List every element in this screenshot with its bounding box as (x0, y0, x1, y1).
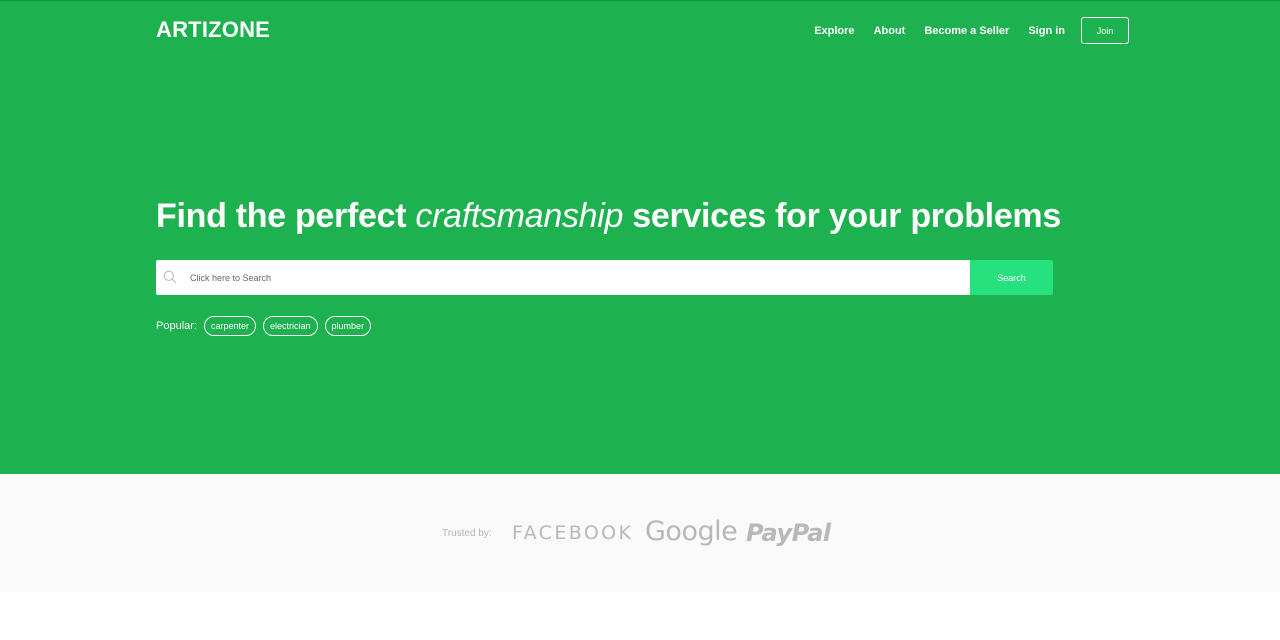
nav-link-sign-in[interactable]: Sign in (1028, 25, 1065, 37)
nav-link-about[interactable]: About (874, 25, 906, 37)
site-logo[interactable]: ARTIZONE (156, 17, 270, 43)
google-logo: Google (645, 516, 738, 547)
search-icon (163, 270, 177, 284)
hero-headline: Find the perfect craftsmanship services … (156, 197, 1061, 236)
facebook-logo: FACEBOOK (512, 522, 634, 544)
headline-prefix: Find the perfect (156, 197, 416, 235)
nav-link-become-seller[interactable]: Become a Seller (924, 25, 1009, 37)
tag-electrician[interactable]: electrician (263, 316, 318, 336)
search-button[interactable]: Search (970, 260, 1053, 295)
headline-suffix: services for your problems (623, 197, 1061, 235)
tag-plumber[interactable]: plumber (324, 316, 372, 336)
top-nav: Explore About Become a Seller Sign in Jo… (814, 17, 1129, 44)
search-box (156, 260, 970, 295)
search-input[interactable] (190, 260, 950, 295)
paypal-logo: PayPal (746, 519, 831, 547)
trusted-by-label: Trusted by: (442, 528, 492, 539)
headline-emphasis: craftsmanship (415, 197, 624, 235)
join-button[interactable]: Join (1081, 17, 1129, 44)
popular-tags: Popular: carpenter electrician plumber (156, 316, 378, 336)
hero-section: ARTIZONE Explore About Become a Seller S… (0, 0, 1280, 474)
popular-label: Popular: (156, 320, 197, 332)
trusted-by-section: Trusted by: FACEBOOK Google PayPal (0, 474, 1280, 592)
tag-carpenter[interactable]: carpenter (203, 316, 257, 336)
nav-link-explore[interactable]: Explore (814, 25, 854, 37)
